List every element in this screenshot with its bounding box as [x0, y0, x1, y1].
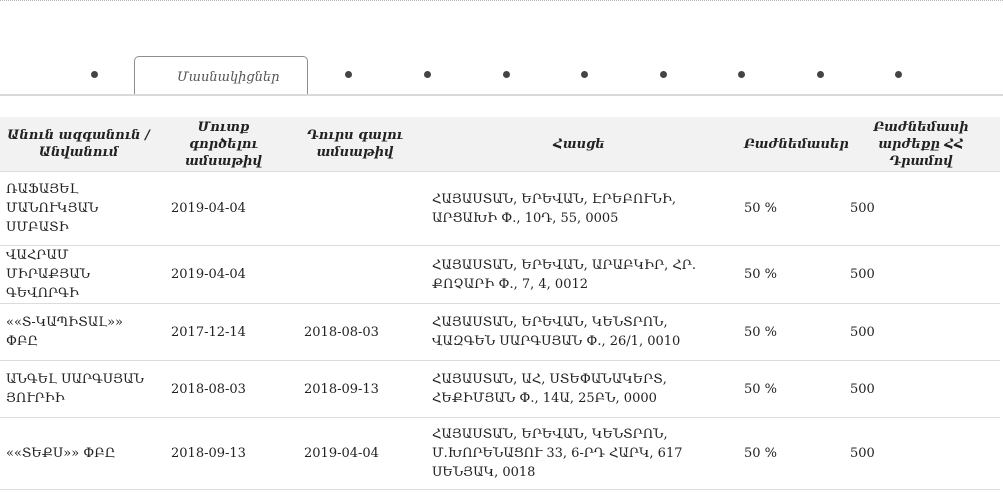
tab-dot-8[interactable]: [817, 71, 824, 78]
cell-share: 50 %: [738, 417, 842, 490]
cell-address: ՀԱՅԱՍՏԱՆ, ԵՐԵՎԱՆ, ԷՐԵԲՈՒՆԻ, ԱՐՑԱԽԻ Փ., 1…: [420, 171, 738, 246]
tab-participants-label: Մասնակիցներ: [177, 70, 280, 85]
cell-name: ՎԱՀՐԱՄ ՄԻՐԱՔՅԱՆ ԳԵՎՈՐԳԻ: [0, 245, 157, 304]
cell-value: 500: [842, 303, 1000, 361]
cell-entry-date: 2018-08-03: [157, 360, 290, 418]
tab-dot-5[interactable]: [581, 71, 588, 78]
header-entry-date: Մուտք գործելու ամսաթիվ: [157, 117, 290, 172]
cell-share: 50 %: [738, 303, 842, 361]
tab-dot-6[interactable]: [660, 71, 667, 78]
cell-address: ՀԱՅԱՍՏԱՆ, ԵՐԵՎԱՆ, ԱՐԱԲԿԻՐ, ՀՐ. ՔՈՉԱՐԻ Փ.…: [420, 245, 738, 304]
table-row: ՎԱՀՐԱՄ ՄԻՐԱՔՅԱՆ ԳԵՎՈՐԳԻ 2019-04-04 ՀԱՅԱՍ…: [0, 245, 1000, 304]
cell-address: ՀԱՅԱՍՏԱՆ, ԱՀ, ՍՏԵՓԱՆԱԿԵՐՏ, ՀԵՔԻՄՅԱՆ Փ., …: [420, 360, 738, 418]
tab-dot-9[interactable]: [895, 71, 902, 78]
participants-table: Անուն ազգանուն / Անվանում Մուտք գործելու…: [0, 117, 1000, 490]
cell-address: ՀԱՅԱՍՏԱՆ, ԵՐԵՎԱՆ, ԿԵՆՏՐՈՆ, ՎԱԶԳԵՆ ՍԱՐԳՍՅ…: [420, 303, 738, 361]
header-value: Բաժնեմասի արժեքը ՀՀ Դրամով: [842, 117, 1000, 172]
cell-exit-date: 2018-08-03: [290, 303, 420, 361]
tab-dot-4[interactable]: [503, 71, 510, 78]
tab-dot-2[interactable]: [345, 71, 352, 78]
header-share: Բաժնեմասեր: [738, 117, 849, 172]
tab-baseline: [0, 94, 1003, 96]
header-address: Հասցե: [420, 117, 738, 172]
tab-participants[interactable]: Մասնակիցներ: [134, 56, 308, 96]
cell-value: 500: [842, 171, 1000, 246]
cell-exit-date: [290, 171, 420, 246]
cell-name: ՌԱՖԱՅԵԼ ՄԱՆՈՒԿՅԱՆ ՍՄԲԱՏԻ: [0, 171, 157, 246]
cell-share: 50 %: [738, 171, 842, 246]
header-name: Անուն ազգանուն / Անվանում: [0, 117, 157, 172]
cell-address: ՀԱՅԱՍՏԱՆ, ԵՐԵՎԱՆ, ԿԵՆՏՐՈՆ, Մ.ԽՈՐԵՆԱՑՈՒ 3…: [420, 417, 738, 490]
cell-value: 500: [842, 360, 1000, 418]
tab-dot-3[interactable]: [424, 71, 431, 78]
cell-name: ««Տ-ԿԱՊԻՏԱԼ»» ՓԲԸ: [0, 303, 157, 361]
table-header-row: Անուն ազգանուն / Անվանում Մուտք գործելու…: [0, 117, 1000, 172]
cell-exit-date: 2019-04-04: [290, 417, 420, 490]
tab-dot-1[interactable]: [91, 71, 98, 78]
cell-name: ԱՆԳԵԼ ՍԱՐԳՍՅԱՆ ՅՈՒՐԻԻ: [0, 360, 157, 418]
cell-value: 500: [842, 245, 1000, 304]
cell-share: 50 %: [738, 360, 842, 418]
top-dotted-rule: [0, 0, 1003, 1]
cell-entry-date: 2017-12-14: [157, 303, 290, 361]
cell-entry-date: 2019-04-04: [157, 245, 290, 304]
table-row: ԱՆԳԵԼ ՍԱՐԳՍՅԱՆ ՅՈՒՐԻԻ 2018-08-03 2018-09…: [0, 360, 1000, 418]
cell-entry-date: 2019-04-04: [157, 171, 290, 246]
cell-share: 50 %: [738, 245, 842, 304]
table-row: ««Տ-ԿԱՊԻՏԱԼ»» ՓԲԸ 2017-12-14 2018-08-03 …: [0, 303, 1000, 361]
table-row: ՌԱՖԱՅԵԼ ՄԱՆՈՒԿՅԱՆ ՍՄԲԱՏԻ 2019-04-04 ՀԱՅԱ…: [0, 171, 1000, 246]
cell-entry-date: 2018-09-13: [157, 417, 290, 490]
cell-exit-date: [290, 245, 420, 304]
header-exit-date: Դուրս գալու ամսաթիվ: [290, 117, 420, 172]
cell-value: 500: [842, 417, 1000, 490]
table-row: ««ՏԵՔՍ»» ՓԲԸ 2018-09-13 2019-04-04 ՀԱՅԱՍ…: [0, 417, 1000, 490]
tab-dot-7[interactable]: [738, 71, 745, 78]
cell-exit-date: 2018-09-13: [290, 360, 420, 418]
cell-name: ««ՏԵՔՍ»» ՓԲԸ: [0, 417, 157, 490]
